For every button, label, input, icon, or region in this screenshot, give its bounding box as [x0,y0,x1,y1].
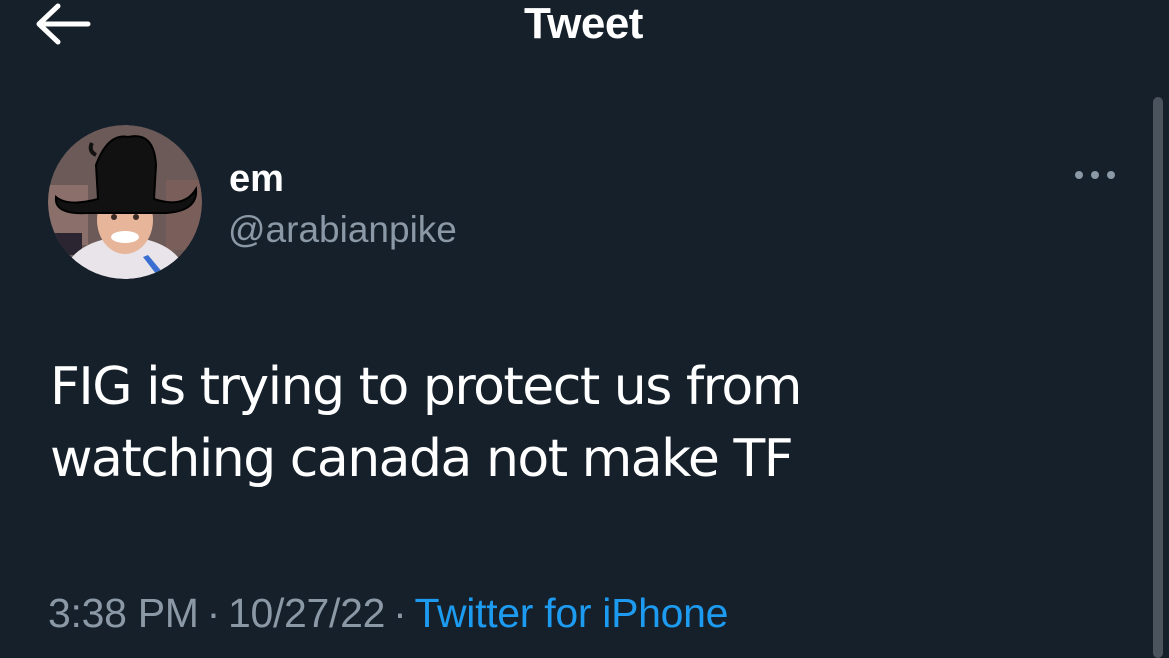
tweet-source-link[interactable]: Twitter for iPhone [415,590,729,636]
tweet-meta: 3:38 PM · 10/27/22 · Twitter for iPhone [48,590,728,636]
scrollbar[interactable] [1153,97,1163,658]
more-options-button[interactable] [1070,160,1120,190]
tweet-time[interactable]: 3:38 PM [48,590,199,636]
page-title: Tweet [524,0,643,48]
avatar-photo [48,125,202,279]
tweet-text: FIG is trying to protect us from watchin… [50,357,802,489]
meta-separator: · [206,590,221,636]
more-horizontal-icon [1075,171,1115,179]
top-bar: Tweet [0,0,1169,50]
author-handle[interactable]: @arabianpike [228,208,457,252]
avatar[interactable] [48,125,202,279]
author-display-name[interactable]: em [229,157,284,201]
meta-separator: · [393,590,407,636]
tweet-date[interactable]: 10/27/22 [228,590,386,636]
